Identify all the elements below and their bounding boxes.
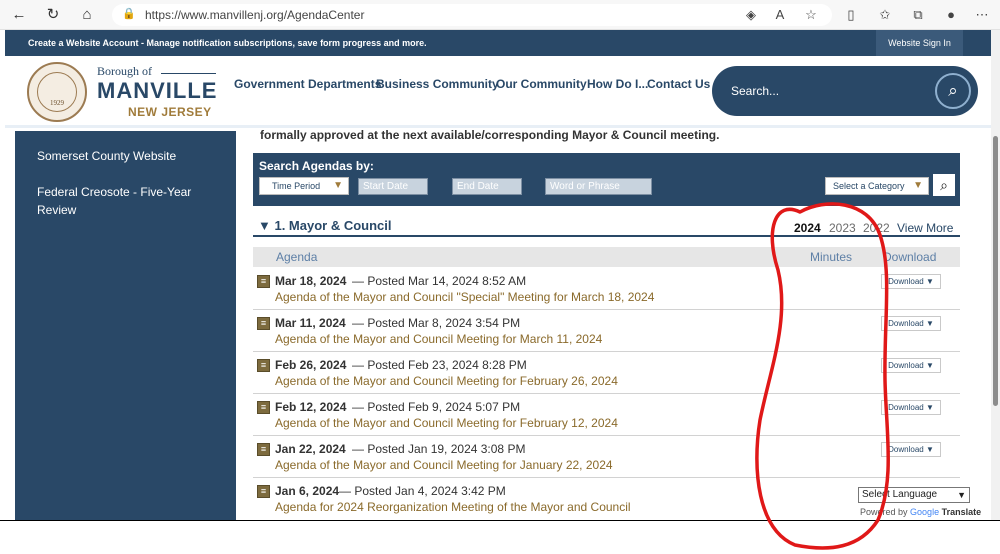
annotation-stroke: [755, 202, 891, 550]
red-annotation-loop: [755, 202, 891, 550]
